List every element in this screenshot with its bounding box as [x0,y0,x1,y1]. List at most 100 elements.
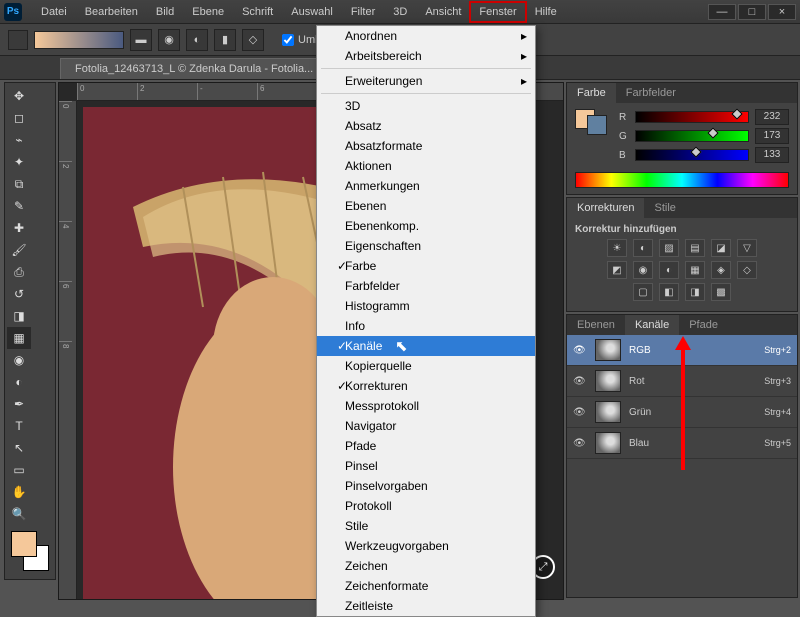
visibility-icon[interactable]: 👁 [573,345,587,356]
menuitem-korrekturen[interactable]: ✓Korrekturen [317,376,535,396]
menuitem-stile[interactable]: Stile [317,516,535,536]
menu-hilfe[interactable]: Hilfe [526,2,566,22]
eraser-tool[interactable]: ◨ [7,305,31,327]
panel-color-swatch[interactable] [575,109,607,166]
menu-auswahl[interactable]: Auswahl [282,2,342,22]
menu-ansicht[interactable]: Ansicht [416,2,470,22]
tab-farbe[interactable]: Farbe [567,83,616,103]
type-tool[interactable]: T [7,415,31,437]
tab-farbfelder[interactable]: Farbfelder [616,83,686,103]
adj-icon[interactable]: ▽ [737,239,757,257]
adj-icon[interactable]: ▤ [685,239,705,257]
menuitem-protokoll[interactable]: Protokoll [317,496,535,516]
shape-tool[interactable]: ▭ [7,459,31,481]
menu-bild[interactable]: Bild [147,2,183,22]
visibility-icon[interactable]: 👁 [573,407,587,418]
menuitem-kanle[interactable]: ✓Kanäle [317,336,535,356]
adj-icon[interactable]: ◇ [737,261,757,279]
tool-preset[interactable] [8,30,28,50]
adj-icon[interactable]: ▩ [711,283,731,301]
slider-r[interactable] [635,111,749,123]
menu-filter[interactable]: Filter [342,2,384,22]
menu-schrift[interactable]: Schrift [233,2,282,22]
adj-icon[interactable]: ◈ [711,261,731,279]
move-tool[interactable]: ✥ [7,85,31,107]
history-brush-tool[interactable]: ↺ [7,283,31,305]
adj-icon[interactable]: ◐ [659,261,679,279]
adj-icon[interactable]: ▦ [685,261,705,279]
minimize-button[interactable]: — [708,4,736,20]
wand-tool[interactable]: ✦ [7,151,31,173]
diamond-gradient-button[interactable]: ◇ [242,29,264,51]
blur-tool[interactable]: ◉ [7,349,31,371]
visibility-icon[interactable]: 👁 [573,438,587,449]
crop-tool[interactable]: ⧉ [7,173,31,195]
menuitem-kopierquelle[interactable]: Kopierquelle [317,356,535,376]
menu-ebene[interactable]: Ebene [183,2,233,22]
menuitem-ebenen[interactable]: Ebenen [317,196,535,216]
color-spectrum[interactable] [575,172,789,188]
path-tool[interactable]: ↖ [7,437,31,459]
pen-tool[interactable]: ✒ [7,393,31,415]
adj-icon[interactable]: ▨ [659,239,679,257]
slider-g[interactable] [635,130,749,142]
menuitem-zeichenformate[interactable]: Zeichenformate [317,576,535,596]
brush-tool[interactable]: 🖌 [7,239,31,261]
adj-icon[interactable]: ☀ [607,239,627,257]
adj-icon[interactable]: ◨ [685,283,705,301]
maximize-button[interactable]: □ [738,4,766,20]
tab-stile[interactable]: Stile [644,198,685,218]
menuitem-navigator[interactable]: Navigator [317,416,535,436]
tab-korrekturen[interactable]: Korrekturen [567,198,644,218]
menuitem-d[interactable]: 3D [317,96,535,116]
lasso-tool[interactable]: ⌁ [7,129,31,151]
menuitem-aktionen[interactable]: Aktionen [317,156,535,176]
document-tab[interactable]: Fotolia_12463713_L © Zdenka Darula - Fot… [60,58,328,79]
menuitem-farbe[interactable]: ✓Farbe [317,256,535,276]
eyedropper-tool[interactable]: ✎ [7,195,31,217]
menuitem-histogramm[interactable]: Histogramm [317,296,535,316]
menu-datei[interactable]: Datei [32,2,76,22]
close-button[interactable]: × [768,4,796,20]
linear-gradient-button[interactable]: ▬ [130,29,152,51]
angle-gradient-button[interactable]: ◐ [186,29,208,51]
gradient-preview[interactable] [34,31,124,49]
menuitem-pinselvorgaben[interactable]: Pinselvorgaben [317,476,535,496]
menuitem-pfade[interactable]: Pfade [317,436,535,456]
value-r[interactable]: 232 [755,109,789,125]
adj-icon[interactable]: ◪ [711,239,731,257]
reflected-gradient-button[interactable]: ▮ [214,29,236,51]
menuitem-messprotokoll[interactable]: Messprotokoll [317,396,535,416]
adj-icon[interactable]: ◧ [659,283,679,301]
menuitem-arbeitsbereich[interactable]: Arbeitsbereich▸ [317,46,535,66]
adj-icon[interactable]: ▢ [633,283,653,301]
dodge-tool[interactable]: ◐ [7,371,31,393]
value-b[interactable]: 133 [755,147,789,163]
adj-icon[interactable]: ◐ [633,239,653,257]
marquee-tool[interactable]: ◻ [7,107,31,129]
menuitem-absatz[interactable]: Absatz [317,116,535,136]
tab-kanäle[interactable]: Kanäle [625,315,679,335]
value-g[interactable]: 173 [755,128,789,144]
menuitem-absatzformate[interactable]: Absatzformate [317,136,535,156]
menu-bearbeiten[interactable]: Bearbeiten [76,2,147,22]
hand-tool[interactable]: ✋ [7,481,31,503]
adj-icon[interactable]: ◉ [633,261,653,279]
stamp-tool[interactable]: ⎙ [7,261,31,283]
menuitem-anmerkungen[interactable]: Anmerkungen [317,176,535,196]
visibility-icon[interactable]: 👁 [573,376,587,387]
adj-icon[interactable]: ◩ [607,261,627,279]
menuitem-erweiterungen[interactable]: Erweiterungen▸ [317,71,535,91]
menuitem-eigenschaften[interactable]: Eigenschaften [317,236,535,256]
menuitem-anordnen[interactable]: Anordnen▸ [317,26,535,46]
menuitem-farbfelder[interactable]: Farbfelder [317,276,535,296]
menuitem-zeitleiste[interactable]: Zeitleiste [317,596,535,616]
gradient-tool[interactable]: ▦ [7,327,31,349]
color-swatches[interactable] [7,529,53,573]
tab-ebenen[interactable]: Ebenen [567,315,625,335]
menuitem-ebenenkomp[interactable]: Ebenenkomp. [317,216,535,236]
menuitem-werkzeugvorgaben[interactable]: Werkzeugvorgaben [317,536,535,556]
radial-gradient-button[interactable]: ◉ [158,29,180,51]
menu-3d[interactable]: 3D [384,2,416,22]
menuitem-pinsel[interactable]: Pinsel [317,456,535,476]
